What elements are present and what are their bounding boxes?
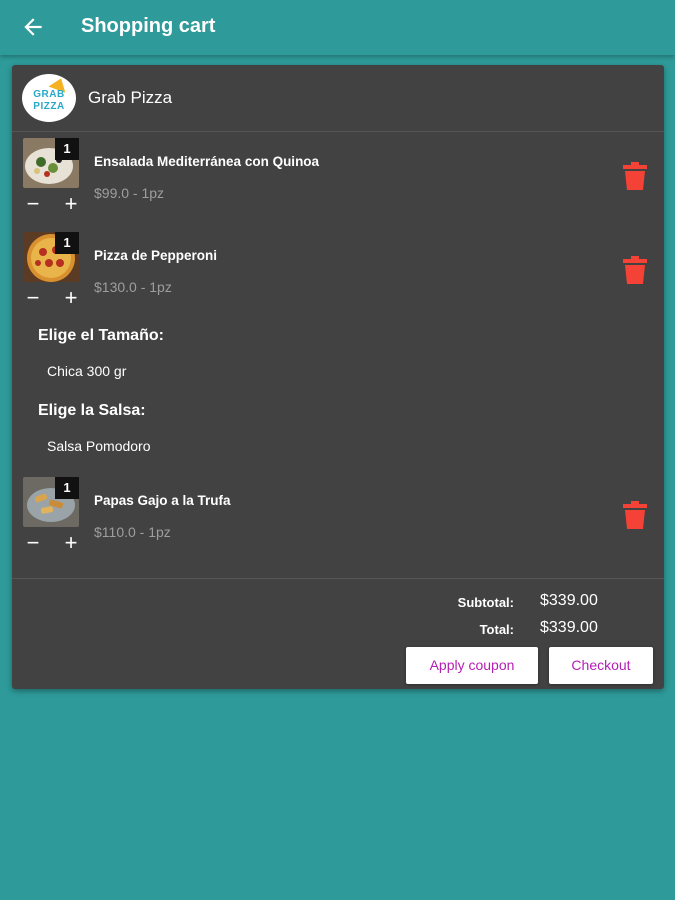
cart-item: 1 − + Pizza de Pepperoni $130.0 - 1pz — [12, 232, 664, 312]
logo-text-line1: GRAB — [33, 89, 65, 100]
subtotal-value: $339.00 — [540, 592, 598, 609]
app-bar: Shopping cart — [0, 0, 675, 55]
quantity-badge: 1 — [55, 138, 79, 160]
logo-text-line2: PIZZA — [33, 101, 65, 112]
total-value: $339.00 — [540, 619, 598, 636]
summary-divider — [12, 578, 664, 579]
checkout-button[interactable]: Checkout — [549, 647, 653, 684]
increase-quantity-button[interactable]: + — [61, 532, 81, 554]
store-name: Grab Pizza — [88, 88, 173, 107]
trash-icon[interactable] — [623, 501, 647, 529]
item-name: Pizza de Pepperoni — [94, 248, 218, 263]
option-heading-size: Elige el Tamaño: — [38, 327, 164, 344]
trash-icon[interactable] — [623, 256, 647, 284]
item-price: $110.0 - 1pz — [94, 524, 171, 540]
increase-quantity-button[interactable]: + — [61, 287, 81, 309]
item-price: $130.0 - 1pz — [94, 279, 172, 295]
option-value-size: Chica 300 gr — [47, 363, 127, 379]
quantity-badge: 1 — [55, 232, 79, 254]
store-logo: GRAB PIZZA — [22, 74, 76, 122]
decrease-quantity-button[interactable]: − — [23, 287, 43, 309]
arrow-left-icon[interactable] — [20, 14, 46, 40]
item-price: $99.0 - 1pz — [94, 185, 165, 201]
subtotal-label: Subtotal: — [457, 595, 514, 610]
cart-item: 1 − + Ensalada Mediterránea con Quinoa $… — [12, 138, 664, 218]
trash-icon[interactable] — [623, 162, 647, 190]
increase-quantity-button[interactable]: + — [61, 193, 81, 215]
total-label: Total: — [479, 622, 514, 637]
cart-item: 1 − + Papas Gajo a la Trufa $110.0 - 1pz — [12, 477, 664, 557]
decrease-quantity-button[interactable]: − — [23, 193, 43, 215]
decrease-quantity-button[interactable]: − — [23, 532, 43, 554]
item-name: Ensalada Mediterránea con Quinoa — [94, 154, 320, 169]
page-title: Shopping cart — [81, 15, 216, 37]
apply-coupon-button[interactable]: Apply coupon — [406, 647, 538, 684]
option-value-sauce: Salsa Pomodoro — [47, 438, 151, 454]
store-header: GRAB PIZZA Grab Pizza — [12, 65, 664, 132]
option-heading-sauce: Elige la Salsa: — [38, 402, 146, 419]
item-name: Papas Gajo a la Trufa — [94, 493, 231, 508]
quantity-badge: 1 — [55, 477, 79, 499]
cart-card: GRAB PIZZA Grab Pizza 1 − + Ensalada Med… — [12, 65, 664, 689]
